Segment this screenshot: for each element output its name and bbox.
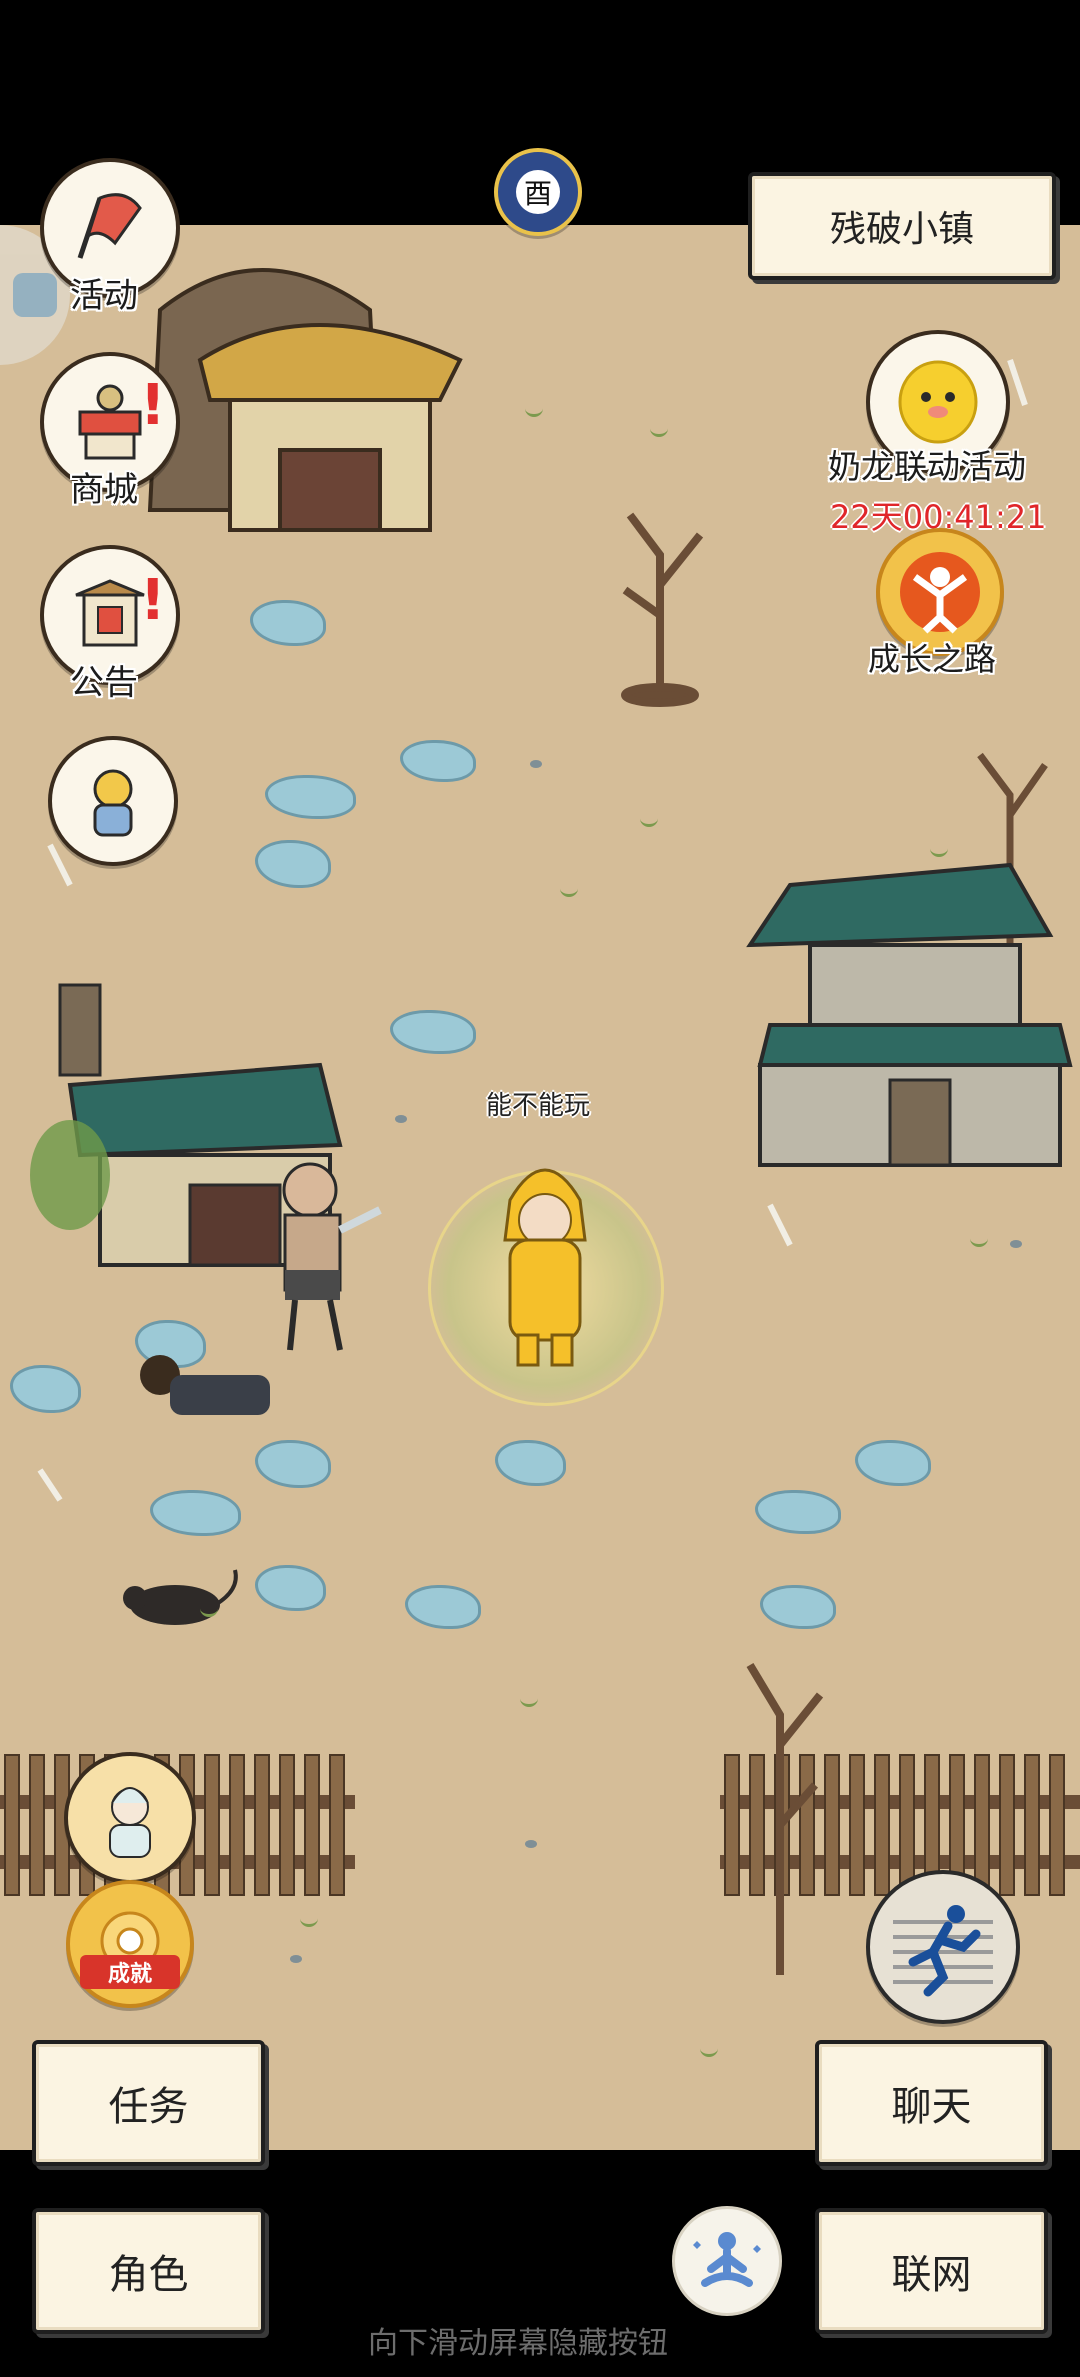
banner-flag-icon: [77, 193, 142, 259]
meditation-icon: [693, 2232, 761, 2287]
tasks-label: 任务: [108, 2084, 189, 2130]
collab-event-label: 奶龙联动活动: [828, 447, 1026, 486]
ruined-temple: [746, 862, 1073, 1167]
shop-label: 商城: [70, 470, 138, 510]
notice-alert-icon: !: [140, 568, 166, 633]
player-name: 能不能玩: [486, 1091, 591, 1121]
sprint-button[interactable]: [866, 1870, 1020, 2024]
character-button[interactable]: 角色: [32, 2208, 265, 2334]
character-label: 角色: [108, 2252, 189, 2298]
growth-path-icon: [900, 552, 980, 634]
meditate-button[interactable]: [672, 2206, 782, 2316]
milk-dragon-icon: [898, 360, 978, 444]
events-label: 活动: [70, 276, 138, 316]
running-figure-icon: [893, 1905, 993, 1997]
spirit-character-button[interactable]: [64, 1752, 196, 1884]
location-banner: 残破小镇: [748, 172, 1056, 280]
npc-fallen-person[interactable]: [130, 1345, 280, 1435]
achievement-label: 成就: [107, 1962, 152, 1987]
time-glyph: 酉: [516, 170, 560, 214]
npc-villager[interactable]: [255, 1150, 385, 1360]
chat-button[interactable]: 聊天: [815, 2040, 1048, 2166]
location-name: 残破小镇: [829, 209, 974, 250]
time-of-day-emblem[interactable]: 酉: [494, 148, 582, 236]
chat-label: 聊天: [891, 2084, 972, 2130]
thatched-hut: [147, 268, 463, 532]
online-button[interactable]: 联网: [815, 2208, 1048, 2334]
companion-avatar-icon: [93, 769, 133, 837]
notice-label: 公告: [70, 663, 138, 703]
spirit-avatar-icon: [109, 1787, 151, 1858]
fence-right: [720, 1754, 1080, 1896]
rat: [123, 1569, 238, 1625]
hide-buttons-hint: 向下滑动屏幕隐藏按钮: [368, 2326, 668, 2361]
app-shortcut-icon: [13, 273, 57, 317]
online-label: 联网: [891, 2252, 972, 2298]
dead-tree: [621, 512, 704, 707]
shop-alert-icon: !: [140, 373, 166, 438]
achievement-ribbon: 成就: [80, 1955, 180, 1989]
tasks-button[interactable]: 任务: [32, 2040, 265, 2166]
game-stage: 能不能玩 酉 残破小镇 活动 ! 商城 ! 公告 奶龙联动活动 22天00:41…: [0, 0, 1080, 2377]
growth-path-label: 成长之路: [868, 640, 997, 678]
player-character[interactable]: [470, 1140, 620, 1380]
companion-button[interactable]: [48, 736, 178, 866]
